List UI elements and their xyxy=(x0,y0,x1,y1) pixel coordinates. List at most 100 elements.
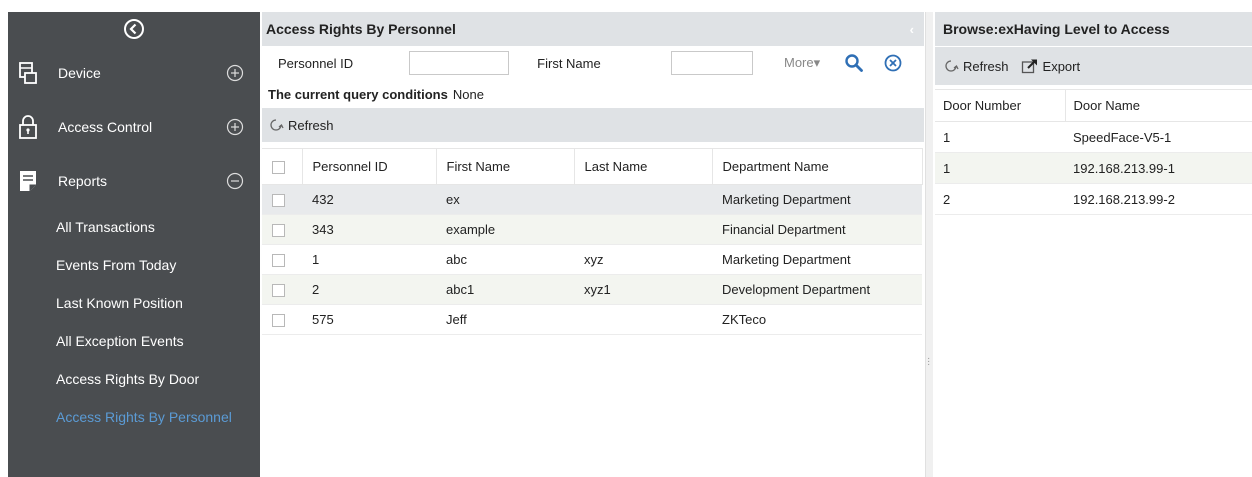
row-checkbox[interactable] xyxy=(272,224,285,238)
personnel-table: Personnel ID First Name Last Name Depart… xyxy=(262,148,923,335)
collapse-minus-icon[interactable] xyxy=(226,172,244,190)
device-icon xyxy=(16,60,40,86)
cell-first-name: abc xyxy=(436,244,574,275)
column-header-door-name[interactable]: Door Name xyxy=(1065,89,1252,122)
export-button[interactable]: Export xyxy=(1021,58,1081,74)
query-conditions: The current query conditions None xyxy=(262,80,924,108)
refresh-icon xyxy=(945,60,959,72)
query-conditions-label: The current query conditions xyxy=(268,86,448,102)
sidebar-item-events-from-today[interactable]: Events From Today xyxy=(8,246,260,284)
expand-plus-icon[interactable] xyxy=(226,64,244,82)
cell-personnel-id: 1 xyxy=(302,244,436,275)
lock-icon xyxy=(16,114,40,140)
cell-department: Marketing Department xyxy=(712,244,922,275)
sidebar-item-access-rights-by-door[interactable]: Access Rights By Door xyxy=(8,360,260,398)
sidebar-module-label: Device xyxy=(58,65,101,81)
sidebar-item-all-transactions[interactable]: All Transactions xyxy=(8,208,260,246)
sidebar-item-all-exception-events[interactable]: All Exception Events xyxy=(8,322,260,360)
detail-refresh-label: Refresh xyxy=(963,58,1009,74)
cell-door-number: 1 xyxy=(935,152,1065,184)
table-row[interactable]: 575 Jeff ZKTeco xyxy=(262,304,922,335)
cell-last-name xyxy=(574,304,712,335)
detail-toolbar: Refresh Export xyxy=(935,47,1252,85)
row-checkbox-cell xyxy=(262,244,302,275)
cell-personnel-id: 575 xyxy=(302,304,436,335)
first-name-input[interactable] xyxy=(670,51,753,75)
row-checkbox-cell xyxy=(262,304,302,335)
export-label: Export xyxy=(1042,58,1081,74)
table-row[interactable]: 2 192.168.213.99-2 xyxy=(935,183,1252,215)
select-all-checkbox[interactable] xyxy=(272,161,285,175)
collapse-circle-icon xyxy=(124,19,144,39)
column-header-door-number[interactable]: Door Number xyxy=(935,89,1066,122)
sidebar-module-reports[interactable]: Reports xyxy=(8,154,260,208)
cell-door-name: 192.168.213.99-2 xyxy=(1065,183,1252,215)
table-row[interactable]: 2 abc1 xyz1 Development Department xyxy=(262,274,922,305)
detail-refresh-button[interactable]: Refresh xyxy=(943,58,1009,74)
column-header-last-name[interactable]: Last Name xyxy=(574,148,713,185)
cell-last-name: xyz1 xyxy=(574,274,712,305)
sidebar-item-last-known-position[interactable]: Last Known Position xyxy=(8,284,260,322)
sidebar: Device Access Control Reports All Transa… xyxy=(8,12,260,477)
panel-header: Access Rights By Personnel ‹ xyxy=(262,12,924,46)
table-row[interactable]: 1 SpeedFace-V5-1 xyxy=(935,121,1252,153)
cell-department: Marketing Department xyxy=(712,184,922,215)
row-checkbox[interactable] xyxy=(272,314,285,328)
cell-door-number: 1 xyxy=(935,121,1065,153)
table-row[interactable]: 432 ex Marketing Department xyxy=(262,184,922,215)
search-button[interactable] xyxy=(844,53,864,76)
cell-department: Development Department xyxy=(712,274,922,305)
refresh-button[interactable]: Refresh xyxy=(268,117,334,133)
chevron-left-icon[interactable]: ‹ xyxy=(910,22,914,37)
column-header-first-name[interactable]: First Name xyxy=(436,148,575,185)
table-row[interactable]: 343 example Financial Department xyxy=(262,214,922,245)
search-icon xyxy=(845,54,863,72)
first-name-label: First Name xyxy=(537,55,601,71)
sidebar-collapse-button[interactable] xyxy=(8,12,260,46)
refresh-label: Refresh xyxy=(288,117,334,133)
row-checkbox[interactable] xyxy=(272,284,285,298)
column-header-personnel-id[interactable]: Personnel ID xyxy=(302,148,437,185)
cell-personnel-id: 432 xyxy=(302,184,436,215)
cell-first-name: Jeff xyxy=(436,304,574,335)
drag-handle-icon[interactable]: · · · xyxy=(927,354,930,370)
cell-first-name: example xyxy=(436,214,574,245)
cell-first-name: abc1 xyxy=(436,274,574,305)
report-icon xyxy=(16,168,40,194)
sidebar-module-access-control[interactable]: Access Control xyxy=(8,100,260,154)
toolbar: Refresh xyxy=(262,108,924,142)
cell-department: Financial Department xyxy=(712,214,922,245)
export-icon xyxy=(1021,59,1037,74)
cell-department: ZKTeco xyxy=(712,304,922,335)
clear-search-button[interactable] xyxy=(884,54,902,75)
row-checkbox-cell xyxy=(262,214,302,245)
sidebar-item-access-rights-by-personnel[interactable]: Access Rights By Personnel xyxy=(8,398,260,436)
query-conditions-value: None xyxy=(452,86,484,102)
cell-personnel-id: 2 xyxy=(302,274,436,305)
cell-first-name: ex xyxy=(436,184,574,215)
more-filters-button[interactable]: More▾ xyxy=(784,55,820,71)
select-all-cell xyxy=(262,148,303,185)
cell-door-number: 2 xyxy=(935,183,1065,215)
column-header-department-name[interactable]: Department Name xyxy=(712,148,923,185)
row-checkbox-cell xyxy=(262,274,302,305)
row-checkbox-cell xyxy=(262,184,302,215)
refresh-icon xyxy=(270,119,284,131)
panel-splitter[interactable]: · · · xyxy=(925,12,933,477)
sidebar-module-device[interactable]: Device xyxy=(8,46,260,100)
cell-personnel-id: 343 xyxy=(302,214,436,245)
personnel-id-label: Personnel ID xyxy=(278,55,354,71)
expand-plus-icon[interactable] xyxy=(226,118,244,136)
detail-panel-title: Browse:exHaving Level to Access xyxy=(943,21,1170,37)
page-title: Access Rights By Personnel xyxy=(266,21,456,37)
door-table: Door Number Door Name 1 SpeedFace-V5-1 1… xyxy=(935,89,1252,215)
cell-door-name: 192.168.213.99-1 xyxy=(1065,152,1252,184)
personnel-id-input[interactable] xyxy=(409,51,510,75)
cell-last-name: xyz xyxy=(574,244,712,275)
row-checkbox[interactable] xyxy=(272,194,285,208)
row-checkbox[interactable] xyxy=(272,254,285,268)
table-row[interactable]: 1 abc xyz Marketing Department xyxy=(262,244,922,275)
table-row[interactable]: 1 192.168.213.99-1 xyxy=(935,152,1252,184)
clear-circle-icon xyxy=(884,54,902,72)
detail-panel-header: Browse:exHaving Level to Access xyxy=(935,12,1252,46)
